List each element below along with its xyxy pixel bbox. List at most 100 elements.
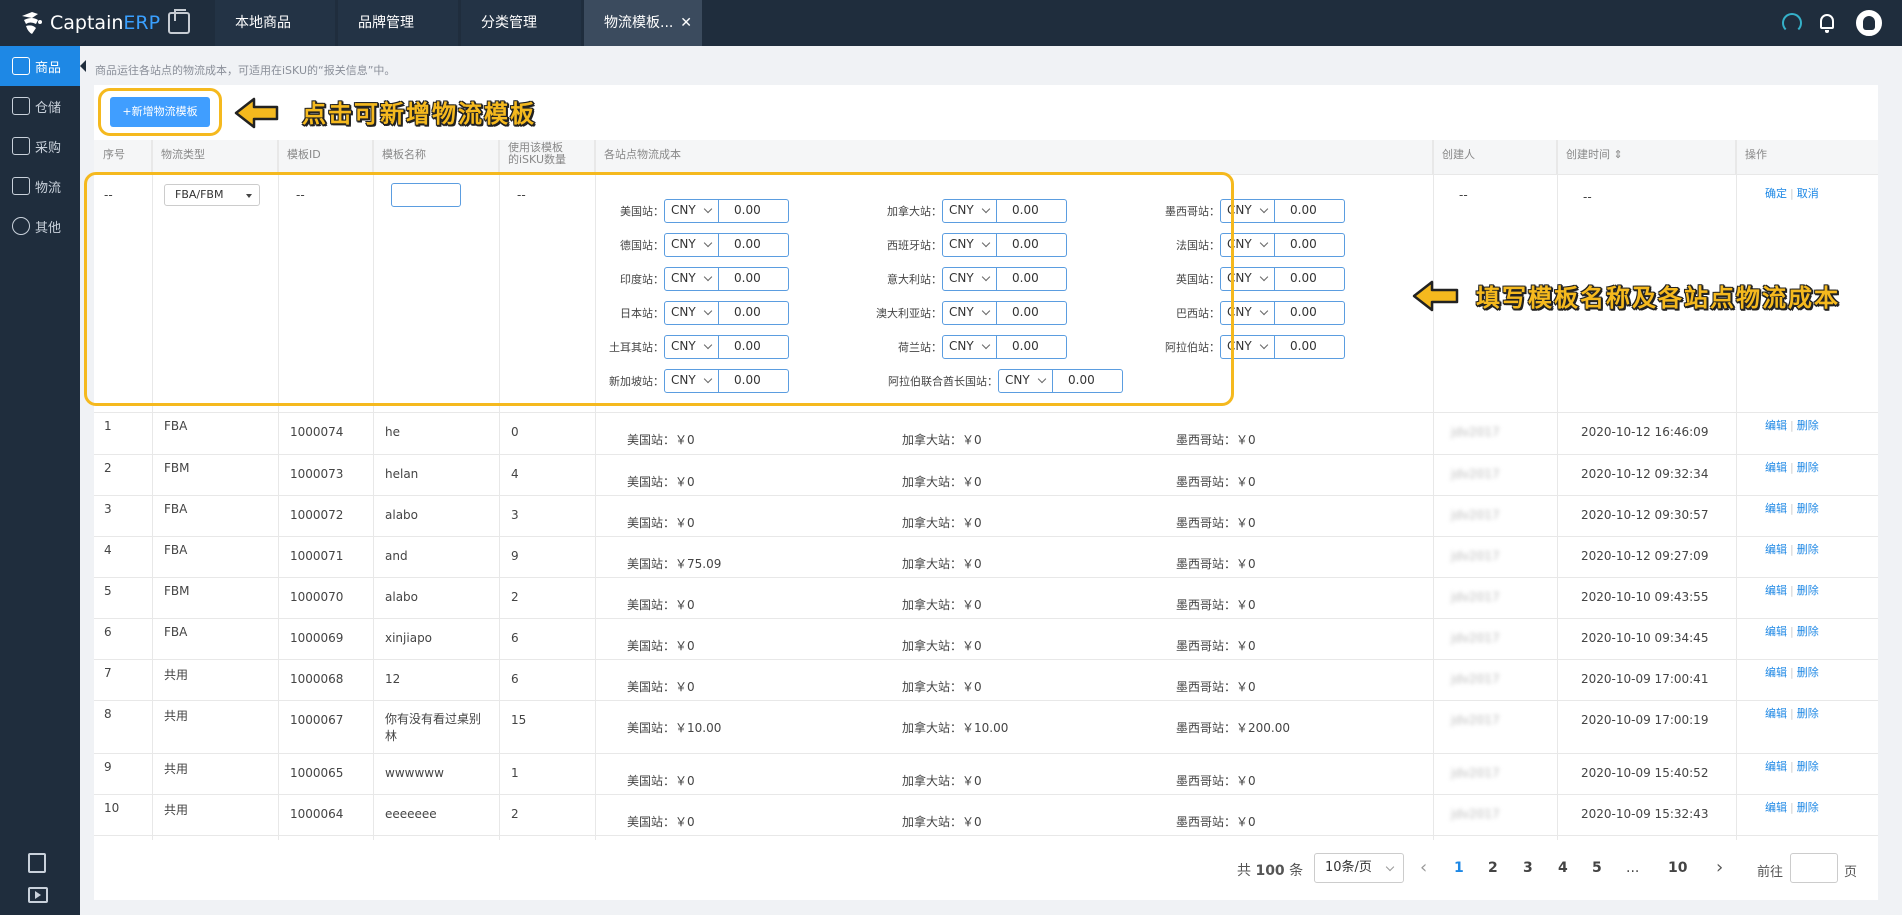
table-row: 1 FBA 1000074 he 0 美国站：￥0 加拿大站：￥0 墨西哥站：￥… (94, 413, 1878, 455)
avatar[interactable] (1854, 8, 1884, 38)
edit-button[interactable]: 编辑 (1765, 625, 1787, 638)
cost-mx: 墨西哥站：￥0 (1176, 433, 1256, 447)
cancel-button[interactable]: 取消 (1797, 187, 1819, 200)
tab-local-products[interactable]: 本地商品 (215, 0, 335, 46)
row-creator: jdv2017 (1451, 807, 1500, 821)
page-5[interactable]: 5 (1592, 860, 1602, 876)
edit-button[interactable]: 编辑 (1765, 502, 1787, 515)
col-created[interactable]: 创建时间 ⇕ (1557, 140, 1736, 175)
row-id: 1000070 (290, 590, 344, 604)
edit-button[interactable]: 编辑 (1765, 584, 1787, 597)
edit-button[interactable]: 编辑 (1765, 760, 1787, 773)
row-id: 1000073 (290, 467, 344, 481)
delete-button[interactable]: 删除 (1797, 543, 1819, 556)
delete-button[interactable]: 删除 (1797, 760, 1819, 773)
row-usage: 2 (511, 590, 519, 604)
row-created: 2020-10-12 09:27:09 (1581, 549, 1709, 563)
book-icon[interactable] (28, 853, 46, 873)
row-usage: 6 (511, 672, 519, 686)
page-size-select[interactable]: 10条/页 (1314, 853, 1404, 883)
callout-add: 点击可新增物流模板 (302, 100, 536, 128)
edit-button[interactable]: 编辑 (1765, 543, 1787, 556)
row-creator: jdv2017 (1451, 713, 1500, 727)
delete-button[interactable]: 删除 (1797, 419, 1819, 432)
confirm-button[interactable]: 确定 (1765, 187, 1787, 200)
cost-us: 美国站：￥0 (627, 680, 695, 694)
tab-brand-management[interactable]: 品牌管理 (338, 0, 458, 46)
col-creator: 创建人 (1433, 140, 1557, 175)
row-index: 9 (104, 760, 112, 774)
cost-input[interactable]: 0.00 (1275, 267, 1345, 291)
col-actions: 操作 (1745, 148, 1767, 161)
table-row: 6 FBA 1000069 xinjiapo 6 美国站：￥0 加拿大站：￥0 … (94, 619, 1878, 660)
table-row: 10 共用 1000064 eeeeeee 2 美国站：￥0 加拿大站：￥0 墨… (94, 795, 1878, 836)
video-icon[interactable] (28, 887, 48, 903)
cost-us: 美国站：￥0 (627, 516, 695, 530)
cost-input[interactable]: 0.00 (1275, 199, 1345, 223)
row-type: FBA (164, 625, 188, 639)
col-type: 物流类型 (152, 140, 278, 175)
delete-button[interactable]: 删除 (1797, 461, 1819, 474)
total-suffix: 条 (1289, 863, 1304, 879)
sidebar-item-other[interactable]: 其他 (0, 206, 80, 246)
page-2[interactable]: 2 (1488, 860, 1498, 876)
headset-icon[interactable] (1782, 13, 1802, 33)
edit-button[interactable]: 编辑 (1765, 801, 1787, 814)
sidebar-item-purchase[interactable]: 采购 (0, 126, 80, 166)
delete-button[interactable]: 删除 (1797, 707, 1819, 720)
delete-button[interactable]: 删除 (1797, 625, 1819, 638)
sidebar-item-products[interactable]: 商品 (0, 46, 86, 86)
delete-button[interactable]: 删除 (1797, 666, 1819, 679)
row-created: 2020-10-09 17:00:19 (1581, 713, 1709, 727)
cost-ca: 加拿大站：￥0 (902, 639, 982, 653)
action-separator: | (1790, 707, 1794, 720)
next-page-button[interactable]: › (1716, 857, 1723, 878)
delete-button[interactable]: 删除 (1797, 502, 1819, 515)
sidebar-item-logistics[interactable]: 物流 (0, 166, 80, 206)
cost-input[interactable]: 0.00 (1275, 301, 1345, 325)
sidebar: 商品 仓储 采购 物流 其他 (0, 46, 86, 915)
edit-button[interactable]: 编辑 (1765, 666, 1787, 679)
cost-mx: 墨西哥站：￥0 (1176, 815, 1256, 829)
row-name: 你有没有看过桌别林 (385, 711, 481, 745)
action-separator: | (1790, 801, 1794, 814)
action-separator: | (1790, 543, 1794, 556)
row-created: 2020-10-12 09:32:34 (1581, 467, 1709, 481)
tab-logistics-template[interactable]: 物流模板... ✕ (584, 0, 702, 46)
row-type: 共用 (164, 668, 189, 682)
tab-category-management[interactable]: 分类管理 (461, 0, 581, 46)
cost-ca: 加拿大站：￥0 (902, 516, 982, 530)
page-jump-input[interactable] (1790, 853, 1838, 883)
page-3[interactable]: 3 (1523, 860, 1533, 876)
bell-icon[interactable] (1820, 14, 1834, 33)
page-4[interactable]: 4 (1558, 860, 1568, 876)
edit-actions: 确定 | 取消 (1765, 185, 1819, 201)
table-row: 9 共用 1000065 wwwwww 1 美国站：￥0 加拿大站：￥0 墨西哥… (94, 754, 1878, 795)
sidebar-item-label: 物流 (35, 180, 62, 196)
edit-created: -- (1583, 190, 1592, 204)
col-name: 模板名称 (373, 140, 499, 175)
page-10[interactable]: 10 (1668, 860, 1687, 876)
page-1[interactable]: 1 (1454, 860, 1464, 876)
app-logo[interactable]: Captain ERP (18, 9, 160, 37)
sidebar-item-warehouse[interactable]: 仓储 (0, 86, 80, 126)
window-switch-icon[interactable] (168, 9, 190, 34)
delete-button[interactable]: 删除 (1797, 801, 1819, 814)
action-separator: | (1790, 666, 1794, 679)
row-actions: 编辑 | 删除 (1765, 417, 1819, 433)
page-ellipsis[interactable]: ... (1626, 860, 1639, 876)
delete-button[interactable]: 删除 (1797, 584, 1819, 597)
row-type: FBM (164, 461, 190, 475)
edit-button[interactable]: 编辑 (1765, 707, 1787, 720)
row-created: 2020-10-10 09:34:45 (1581, 631, 1709, 645)
edit-button[interactable]: 编辑 (1765, 461, 1787, 474)
cost-ca: 加拿大站：￥0 (902, 815, 982, 829)
row-creator: jdv2017 (1451, 425, 1500, 439)
prev-page-button[interactable]: ‹ (1420, 857, 1427, 878)
cost-input[interactable]: 0.00 (1275, 335, 1345, 359)
cost-input[interactable]: 0.00 (1275, 233, 1345, 257)
tab-bar: 本地商品 品牌管理 分类管理 物流模板... ✕ (215, 0, 705, 46)
cost-us: 美国站：￥75.09 (627, 557, 722, 571)
edit-button[interactable]: 编辑 (1765, 419, 1787, 432)
close-icon[interactable]: ✕ (680, 0, 692, 46)
